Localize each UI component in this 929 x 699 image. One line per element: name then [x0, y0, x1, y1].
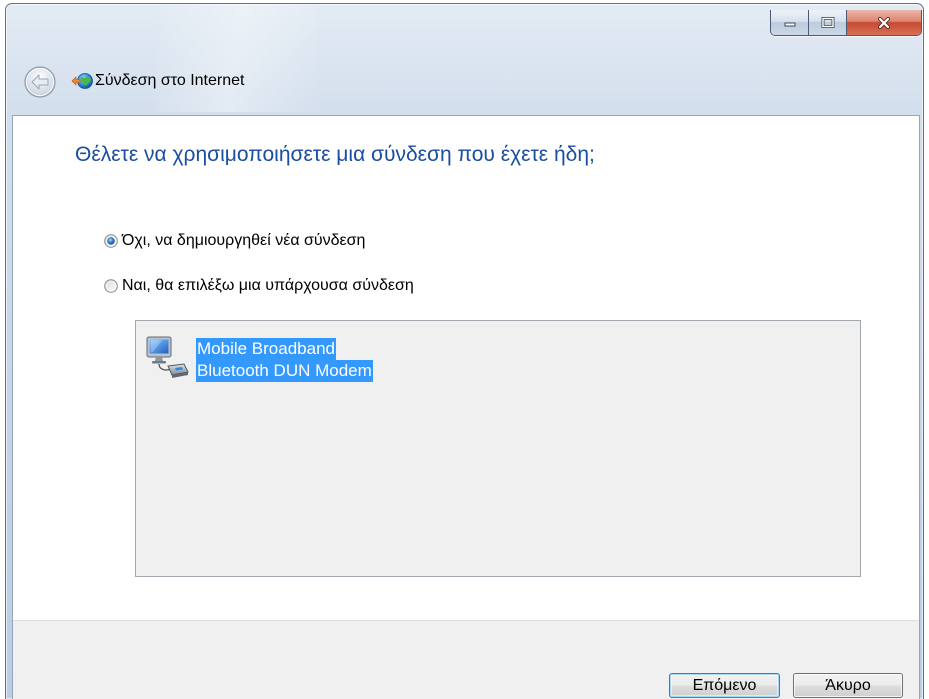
mobile-broadband-icon [146, 336, 189, 378]
radio-option-new-connection[interactable]: Όχι, να δημιουργηθεί νέα σύνδεση [104, 231, 365, 251]
radio-option-existing-connection[interactable]: Ναι, θα επιλέξω μια υπάρχουσα σύνδεση [104, 276, 414, 296]
cancel-button[interactable]: Άκυρο [793, 673, 903, 698]
maximize-icon [821, 16, 834, 28]
close-icon [878, 16, 890, 29]
content-panel: Θέλετε να χρησιμοποιήσετε μια σύνδεση πο… [13, 116, 919, 620]
main-instruction: Θέλετε να χρησιμοποιήσετε μια σύνδεση πο… [75, 143, 595, 166]
command-bar: Επόμενο Άκυρο [13, 620, 919, 699]
radio-label-new-connection[interactable]: Όχι, να δημιουργηθεί νέα σύνδεση [122, 231, 365, 251]
back-button[interactable] [23, 65, 57, 99]
next-button[interactable]: Επόμενο [669, 673, 780, 698]
back-arrow-icon [24, 66, 56, 98]
minimize-icon [784, 22, 795, 26]
close-button[interactable] [847, 10, 921, 35]
radio-existing-connection[interactable] [104, 279, 118, 293]
list-item[interactable]: Mobile Broadband Bluetooth DUN Modem [144, 334, 373, 382]
client-area: Θέλετε να χρησιμοποιήσετε μια σύνδεση πο… [12, 115, 920, 699]
connections-list[interactable]: Mobile Broadband Bluetooth DUN Modem [135, 320, 861, 577]
maximize-button[interactable] [809, 10, 847, 35]
radio-new-connection[interactable] [104, 234, 118, 248]
radio-label-existing-connection[interactable]: Ναι, θα επιλέξω μια υπάρχουσα σύνδεση [122, 276, 414, 296]
list-item-label-line: Mobile Broadband [196, 338, 336, 360]
list-item-label-line: Bluetooth DUN Modem [196, 360, 373, 382]
window-controls [770, 10, 922, 36]
minimize-button[interactable] [771, 10, 809, 35]
list-item-label: Mobile Broadband Bluetooth DUN Modem [196, 338, 373, 382]
window-title: Σύνδεση στο Internet [95, 72, 245, 89]
connect-internet-icon [71, 72, 93, 90]
